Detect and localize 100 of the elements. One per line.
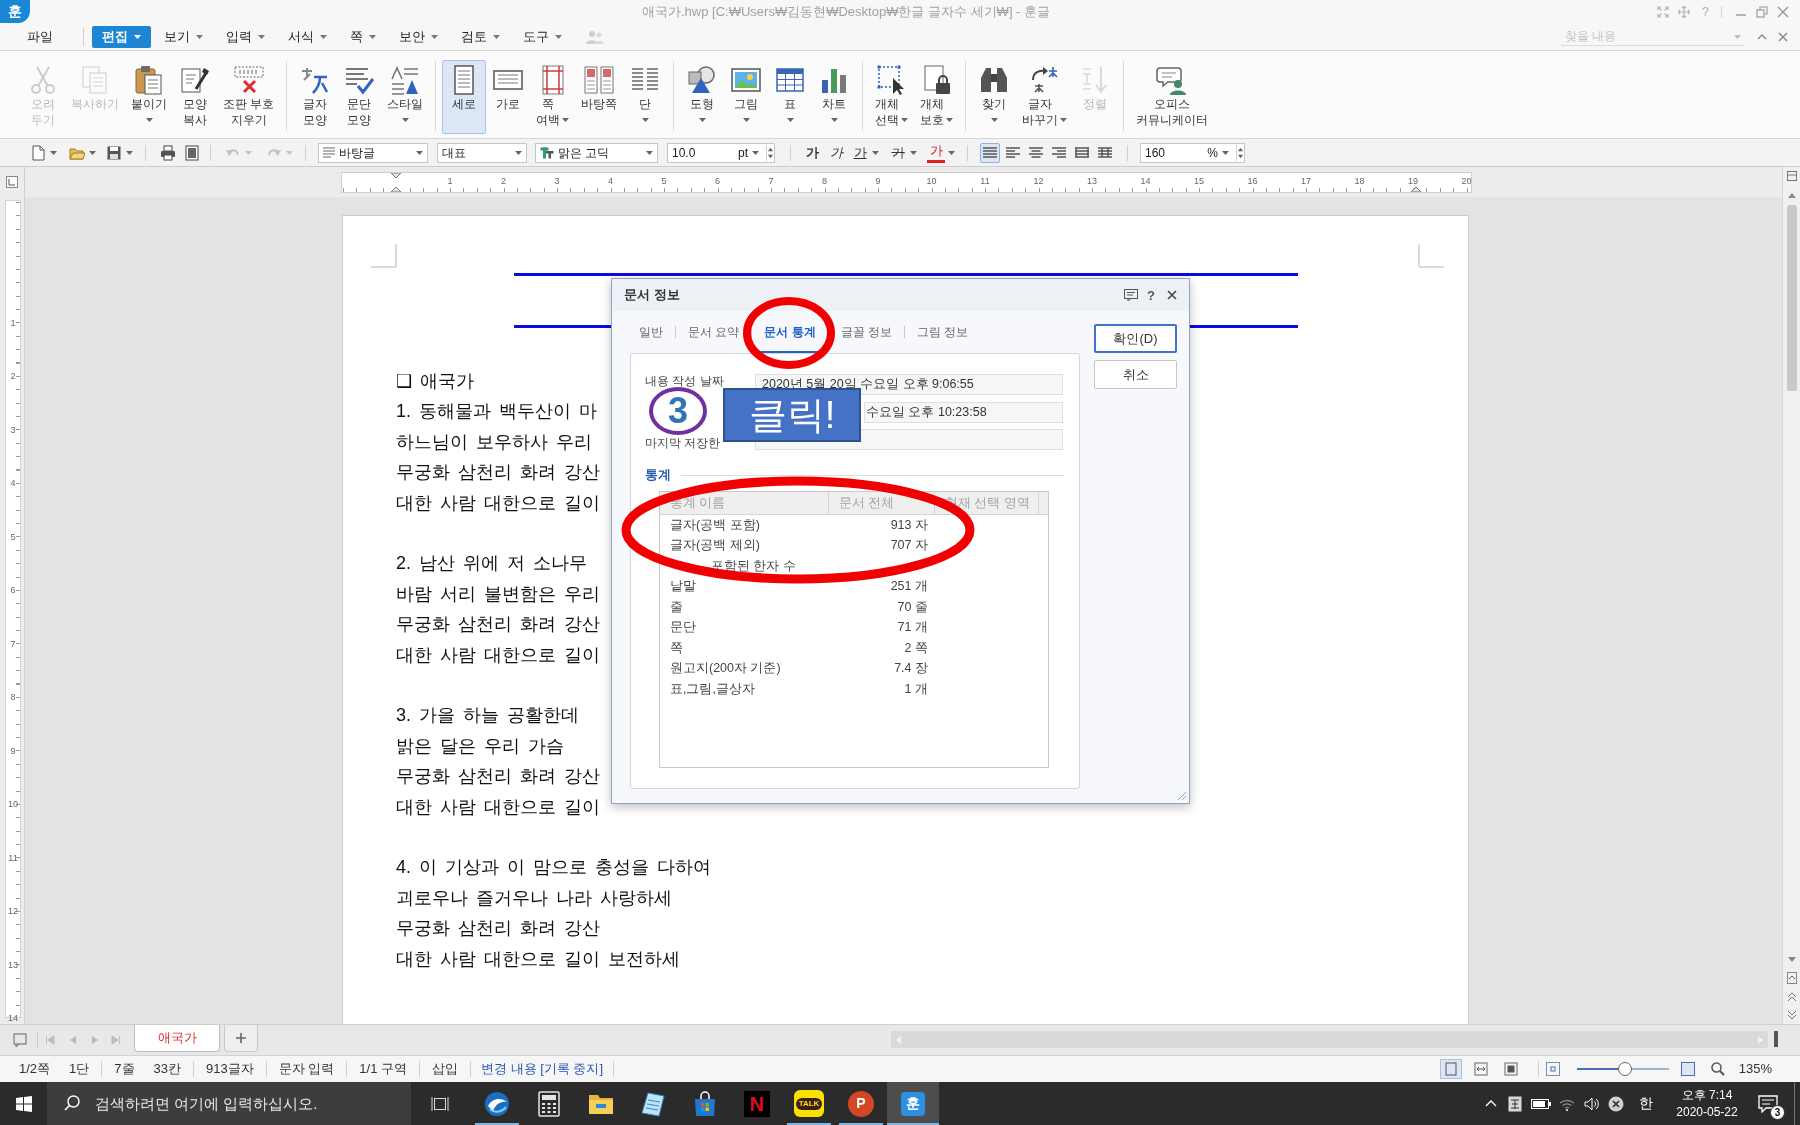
ribbon-button[interactable]: 글자 모양 [293, 60, 338, 134]
ribbon-button[interactable]: 단 [623, 60, 668, 134]
print-icon[interactable] [160, 144, 176, 161]
format-button[interactable]: 가 [803, 142, 821, 163]
page-up-icon[interactable] [1786, 992, 1797, 1002]
ribbon-button[interactable]: 가로 [486, 60, 531, 134]
ribbon-button[interactable]: 바탕쪽 [575, 60, 624, 134]
font-dropdown[interactable]: 맑은 고딕 [535, 142, 658, 163]
menu-item[interactable]: 편집 [92, 25, 151, 48]
menu-item[interactable]: 검토 [451, 25, 510, 48]
ribbon-button[interactable]: 쪽 여백 [530, 60, 576, 134]
search-icon [64, 1095, 80, 1111]
format-button[interactable]: 가 [827, 142, 845, 163]
page-down-icon[interactable] [1786, 1010, 1797, 1020]
menu-item[interactable]: 입력 [216, 25, 275, 48]
dialog-button[interactable]: 확인(D) [1094, 324, 1177, 353]
style-dropdown[interactable]: 바탕글 [318, 142, 428, 163]
ribbon-button[interactable]: 붙이기 [125, 60, 173, 134]
scroll-down-icon[interactable] [1786, 956, 1797, 964]
volume-icon[interactable] [1584, 1096, 1600, 1111]
menu-item[interactable]: 쪽 [340, 25, 386, 48]
statistic-name: 표,그림,글상자 [670, 680, 755, 698]
menu-item[interactable]: 파일 [17, 25, 63, 48]
track-changes-button[interactable]: 변경 내용 [기록 중지] [471, 1059, 614, 1079]
zoom-field[interactable]: 160 % [1140, 142, 1245, 163]
sheet-icon[interactable] [13, 1033, 27, 1047]
ruler-corner-icon[interactable] [6, 176, 18, 188]
ruler-number: 7 [768, 176, 774, 186]
text-field[interactable]: 수요일 오후 10:23:58 [864, 401, 1063, 423]
slider-thumb[interactable] [1617, 1062, 1632, 1076]
outline-dropdown[interactable]: 대표 [437, 142, 527, 163]
resize-grip-icon[interactable] [1177, 791, 1187, 801]
ribbon-button[interactable]: 차트 [812, 60, 857, 134]
scroll-up-icon[interactable] [1786, 191, 1797, 199]
verse-line: 1. 동해물과 백두산이 마 [396, 400, 597, 424]
ribbon-button[interactable]: 표 [768, 60, 813, 134]
ribbon-button[interactable]: 찾기 [972, 60, 1017, 134]
dialog-tab[interactable]: 일반 [634, 311, 668, 353]
indent-marker-icon[interactable] [390, 173, 402, 192]
ribbon-button[interactable]: 모양 복사 [173, 60, 217, 134]
verse-line: 2. 남산 위에 저 소나무 [396, 552, 587, 576]
ribbon-button[interactable]: 조판 부호 지우기 [217, 60, 281, 134]
previous-page-icon[interactable] [1786, 972, 1797, 984]
split-handle-icon[interactable] [1773, 1031, 1779, 1047]
ribbon-button[interactable]: 세로 [442, 60, 487, 134]
save-icon[interactable] [106, 144, 122, 161]
clock-date[interactable]: 2020-05-22 [1676, 1103, 1738, 1121]
character-input-icon[interactable] [1508, 1095, 1522, 1112]
magnifier-icon[interactable] [1710, 1062, 1725, 1076]
taskbar-app-button[interactable]: N [731, 1082, 783, 1125]
verse-line: 괴로우나 즐거우나 나라 사랑하세 [396, 886, 672, 910]
help-button[interactable]: ? [1147, 288, 1155, 302]
add-sheet-button[interactable] [224, 1025, 258, 1052]
taskbar-search-field[interactable]: 검색하려면 여기에 입력하십시오. [47, 1082, 411, 1125]
zoom-slider[interactable] [1576, 1062, 1669, 1076]
memo-icon[interactable] [1124, 289, 1139, 301]
font-size-field[interactable]: 10.0 pt [667, 142, 775, 163]
ribbon-button[interactable]: 그림 [724, 60, 769, 134]
align-button[interactable] [980, 142, 1000, 163]
dialog-button[interactable]: 취소 [1094, 360, 1177, 389]
ribbon-button[interactable]: 도형 [680, 60, 725, 134]
ribbon-button[interactable]: 글자 바꾸기 [1016, 60, 1074, 134]
battery-icon[interactable] [1531, 1098, 1551, 1109]
dialog-tab[interactable]: 글꼴 정보 [835, 311, 898, 353]
dialog-tab[interactable]: 그림 정보 [912, 311, 974, 353]
new-file-icon[interactable] [30, 144, 46, 161]
clock-time[interactable]: 오후 7:14 [1681, 1086, 1733, 1104]
menu-item[interactable]: 서식 [278, 25, 337, 48]
menu-item[interactable]: 보기 [154, 25, 213, 48]
zoom-out-icon[interactable] [1545, 1062, 1560, 1076]
app-logo: 훈 [901, 1091, 925, 1116]
scrollbar-thumb[interactable] [1786, 205, 1797, 391]
taskbar-app-button[interactable]: P [835, 1082, 887, 1125]
format-button[interactable]: 가 [889, 142, 907, 163]
preview-icon[interactable] [184, 144, 200, 161]
split-view-icon[interactable] [1786, 171, 1797, 181]
error-circle-icon[interactable] [1608, 1095, 1624, 1112]
input-method-button[interactable]: 한 [1639, 1093, 1653, 1114]
ribbon-button[interactable]: 오피스 커뮤니케이터 [1130, 60, 1215, 134]
restore-icon[interactable] [1756, 5, 1768, 18]
field-label: 내용 작성 날짜 [645, 374, 724, 388]
zoom-in-icon[interactable] [1680, 1062, 1695, 1076]
ruler-number: 3 [9, 424, 17, 435]
ribbon-button[interactable]: 개체 보호 [914, 60, 960, 134]
dialog-tab[interactable]: 문서 요약 [683, 311, 745, 353]
taskbar-app-button[interactable]: TALK [783, 1082, 835, 1125]
close-icon[interactable] [1167, 290, 1177, 300]
spinner-arrows-icon[interactable] [1236, 144, 1244, 161]
format-button[interactable]: 가 [851, 142, 869, 163]
ruler-number: 8 [822, 176, 827, 186]
caret-icon [646, 150, 653, 155]
ribbon-button[interactable]: 문단 모양 [337, 60, 382, 134]
sheet-tab[interactable]: 애국가 [134, 1025, 220, 1052]
spinner-arrows-icon[interactable] [766, 144, 774, 161]
menu-item[interactable]: 보안 [389, 25, 448, 48]
menu-item[interactable]: 도구 [513, 25, 572, 48]
ribbon-button[interactable]: 개체 선택 [869, 60, 915, 134]
split-align-icon [1098, 147, 1112, 158]
format-button[interactable]: 가 [927, 142, 945, 163]
ribbon-button[interactable]: 스타일 [381, 60, 430, 134]
